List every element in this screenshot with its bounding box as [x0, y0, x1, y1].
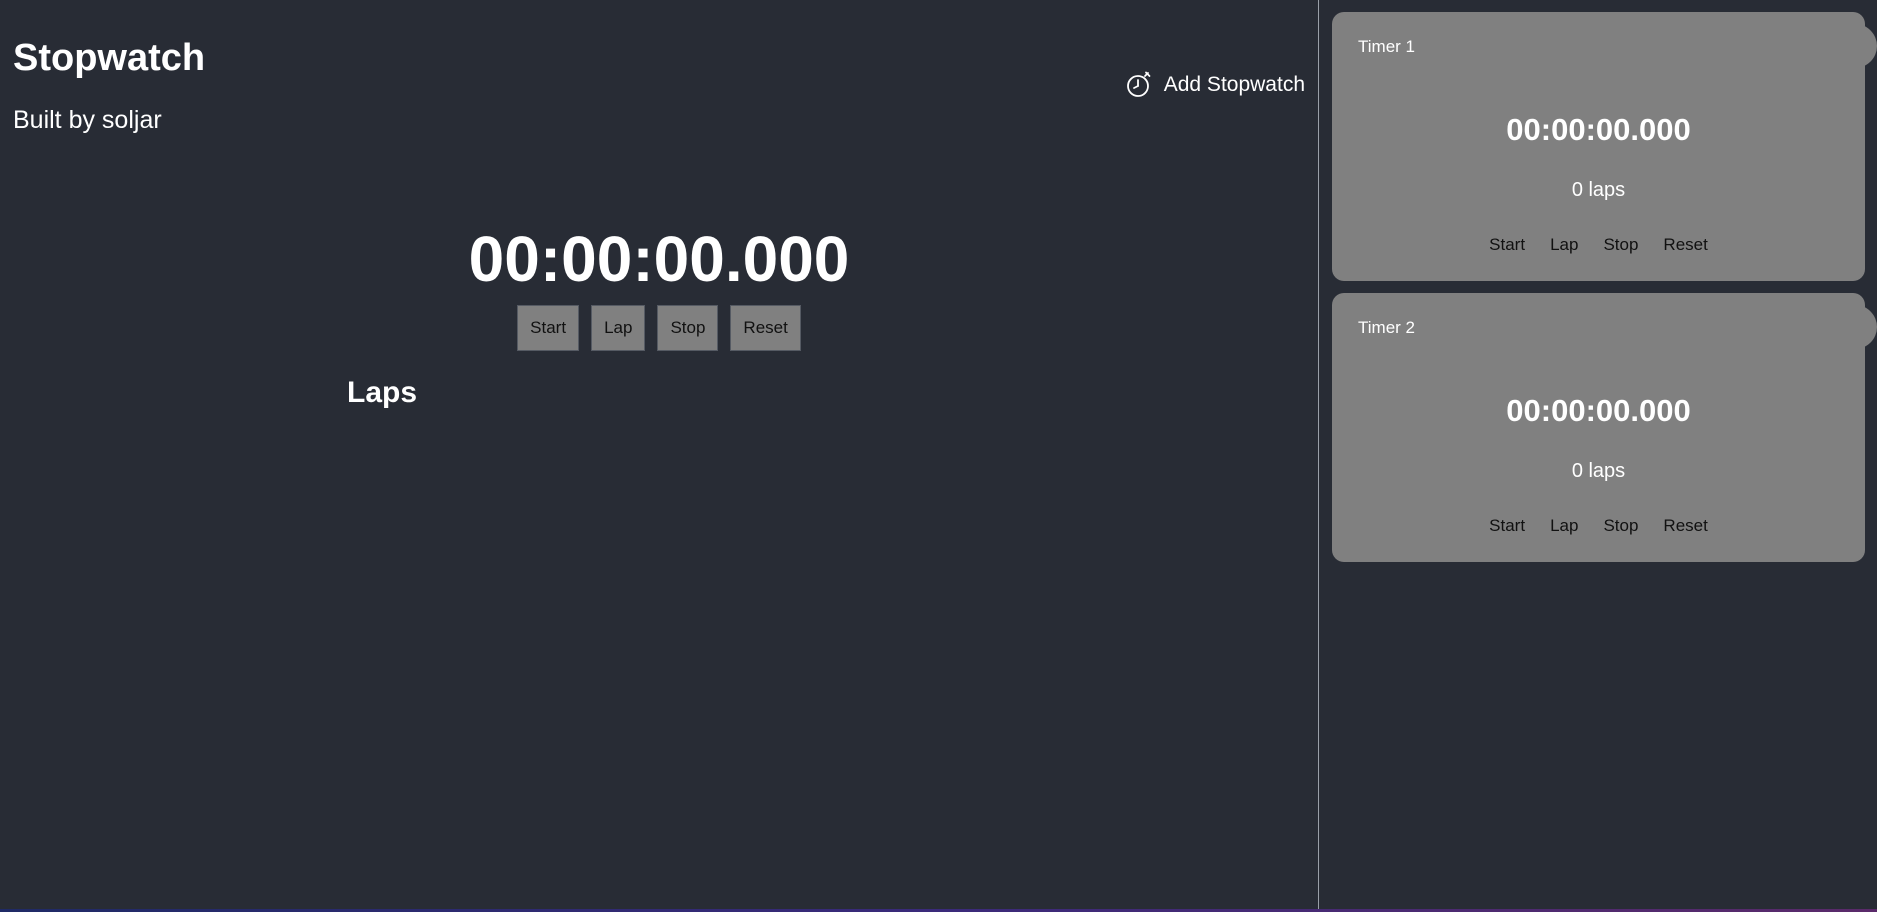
- timer-title: Timer 2: [1358, 318, 1415, 337]
- timer-lap-count: 0 laps: [1571, 179, 1626, 201]
- timer-card-handle[interactable]: [1853, 24, 1877, 68]
- stopwatch-icon: [1126, 71, 1152, 99]
- timer-reset-button[interactable]: Reset: [1663, 234, 1707, 256]
- timer-card-handle[interactable]: [1853, 305, 1877, 349]
- timer-lap-button[interactable]: Lap: [1550, 515, 1578, 537]
- stop-button[interactable]: Stop: [657, 305, 719, 351]
- timer-reset-button[interactable]: Reset: [1663, 515, 1707, 537]
- timer-time-display: 00:00:00.000: [1506, 112, 1691, 147]
- timer-start-button[interactable]: Start: [1489, 234, 1525, 256]
- timer-time-display: 00:00:00.000: [1506, 393, 1691, 428]
- panel-divider: [1318, 0, 1319, 912]
- timer-lap-count: 0 laps: [1571, 460, 1626, 482]
- timer-sidebar: Timer 1 00:00:00.000 0 laps Start Lap St…: [1332, 12, 1877, 574]
- timer-card: Timer 1 00:00:00.000 0 laps Start Lap St…: [1332, 12, 1877, 281]
- timer-card: Timer 2 00:00:00.000 0 laps Start Lap St…: [1332, 293, 1877, 562]
- timer-start-button[interactable]: Start: [1489, 515, 1525, 537]
- timer-stop-button[interactable]: Stop: [1603, 234, 1638, 256]
- start-button[interactable]: Start: [517, 305, 580, 351]
- timer-title: Timer 1: [1358, 37, 1415, 56]
- page-title: Stopwatch: [13, 37, 206, 79]
- timer-controls: Start Lap Stop Reset: [1332, 234, 1865, 256]
- reset-button[interactable]: Reset: [730, 305, 801, 351]
- add-stopwatch-button[interactable]: Add Stopwatch: [1126, 70, 1305, 100]
- timer-lap-button[interactable]: Lap: [1550, 234, 1578, 256]
- timer-controls: Start Lap Stop Reset: [1332, 515, 1865, 537]
- lap-button[interactable]: Lap: [591, 305, 646, 351]
- main-panel: Stopwatch Built by soljar Add Stopwatch …: [0, 0, 1318, 912]
- subtitle: Built by soljar: [13, 106, 162, 134]
- laps-heading: Laps: [347, 376, 418, 409]
- main-controls: Start Lap Stop Reset: [0, 305, 1318, 351]
- timer-stop-button[interactable]: Stop: [1603, 515, 1638, 537]
- main-time-display: 00:00:00.000: [468, 223, 850, 295]
- add-stopwatch-label: Add Stopwatch: [1163, 73, 1305, 96]
